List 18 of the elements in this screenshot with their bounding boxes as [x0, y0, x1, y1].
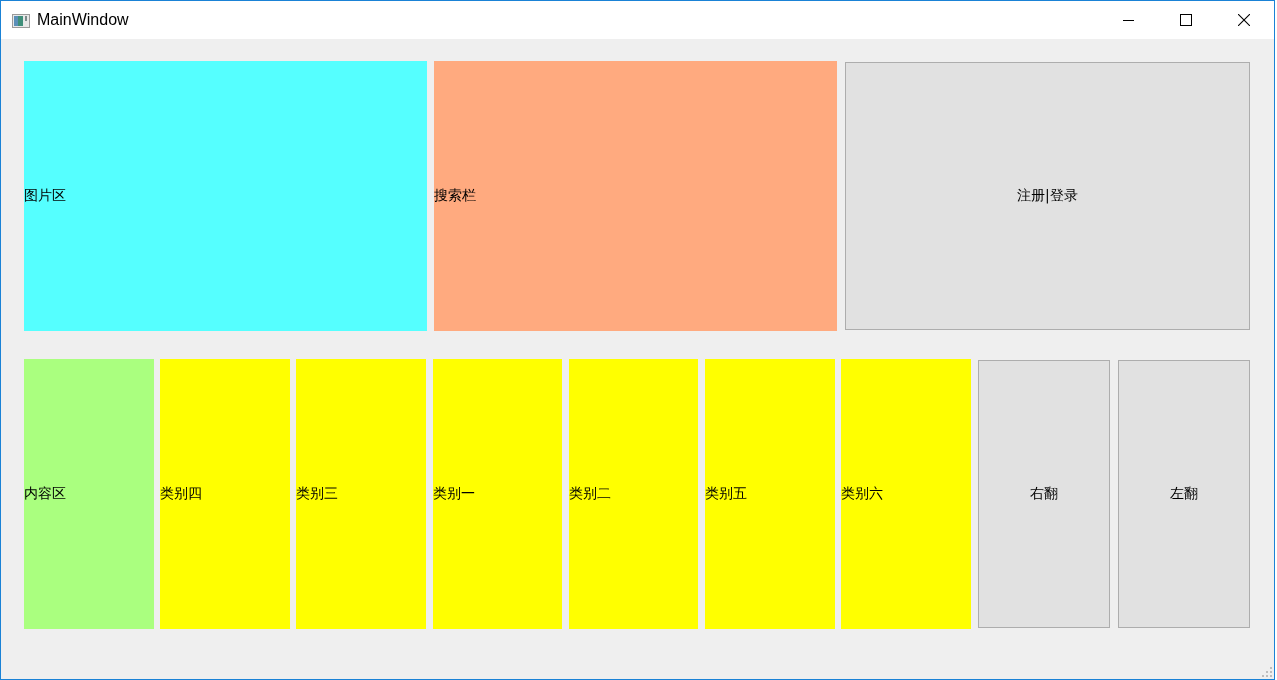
close-icon	[1238, 14, 1250, 26]
push-button[interactable]: 右翻	[978, 360, 1110, 628]
push-button[interactable]: 注册|登录	[844, 62, 1250, 330]
area-label: 类别四	[160, 359, 290, 629]
area-label: 类别三	[296, 359, 426, 629]
area-label: 类别六	[841, 359, 971, 629]
app-window-icon	[12, 13, 30, 28]
resize-grip-icon	[1262, 667, 1272, 677]
area-label: 类别二	[568, 359, 699, 629]
area-label: 类别五	[704, 359, 835, 629]
area-label: 图片区	[24, 61, 428, 331]
area-label: 内容区	[24, 359, 154, 629]
area-label: 搜索栏	[433, 61, 838, 331]
minimize-icon	[1122, 19, 1134, 21]
push-button[interactable]: 左翻	[1118, 360, 1251, 628]
area-label: 类别一	[432, 359, 563, 629]
maximize-icon	[1180, 14, 1192, 26]
window-title: MainWindow	[37, 11, 129, 29]
